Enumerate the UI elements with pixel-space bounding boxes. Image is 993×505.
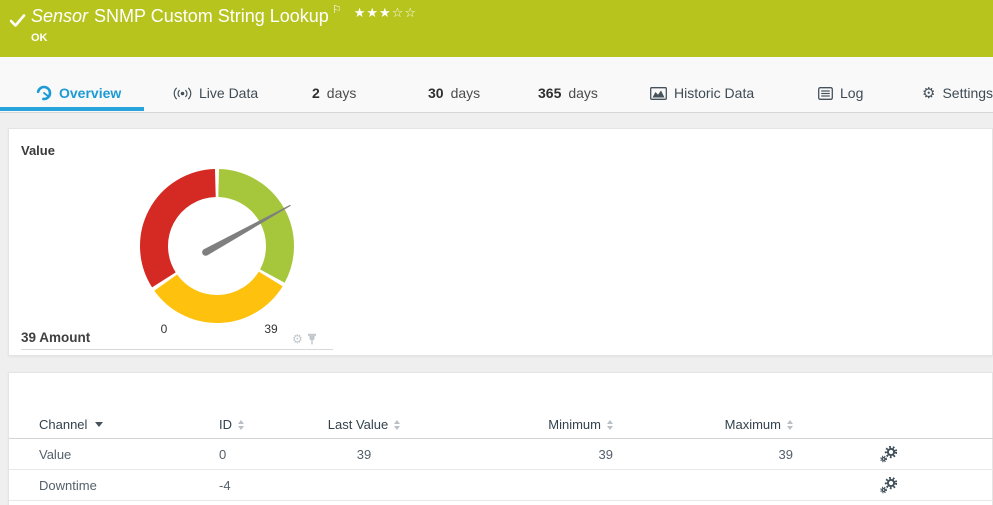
stars-empty[interactable]: ☆☆ bbox=[392, 5, 417, 20]
pin-icon[interactable] bbox=[307, 333, 317, 345]
column-header-minimum[interactable]: Minimum bbox=[548, 417, 613, 432]
gauge-scale-min: 0 bbox=[161, 322, 168, 336]
sort-both-icon bbox=[787, 420, 793, 430]
channel-settings-gears-icon[interactable] bbox=[880, 477, 897, 494]
tab-settings[interactable]: ⚙ Settings bbox=[922, 83, 993, 103]
live-signal-icon bbox=[173, 87, 192, 100]
sensor-header: Sensor SNMP Custom String Lookup ⚐ ★★★☆☆… bbox=[0, 0, 993, 57]
column-header-id[interactable]: ID bbox=[219, 417, 244, 432]
table-row-value: Value 0 39 39 39 bbox=[9, 439, 993, 470]
channel-table-header-row: Channel ID Last Value Minimum bbox=[9, 411, 993, 439]
tab-log-label: Log bbox=[840, 85, 863, 101]
gauge-widget-title: Value bbox=[21, 143, 55, 158]
cell-last-value: 39 bbox=[309, 447, 419, 462]
cell-minimum: 39 bbox=[419, 447, 613, 462]
priority-flag-icon[interactable]: ⚐ bbox=[332, 5, 342, 16]
gauge-settings-gear-icon[interactable]: ⚙ bbox=[292, 333, 303, 345]
tab-30-days[interactable]: 30 days bbox=[428, 83, 480, 103]
gauge-scale-max: 39 bbox=[264, 322, 277, 336]
gauge-segment-warning bbox=[166, 279, 271, 309]
tab-365-days[interactable]: 365 days bbox=[538, 83, 598, 103]
cell-id: 0 bbox=[219, 447, 309, 462]
sensor-type-label: Sensor bbox=[31, 6, 88, 27]
active-tab-underline bbox=[0, 107, 144, 111]
tab-historic-data[interactable]: Historic Data bbox=[650, 83, 754, 103]
tab-30-days-number: 30 bbox=[428, 85, 444, 101]
gauge-panel: Value 0 39 39 Amount ⚙ bbox=[8, 128, 993, 356]
tab-overview[interactable]: Overview bbox=[36, 83, 121, 103]
cell-maximum: 39 bbox=[613, 447, 793, 462]
table-row-downtime: Downtime -4 bbox=[9, 470, 993, 501]
stars-filled[interactable]: ★★★ bbox=[354, 5, 392, 20]
tab-historic-data-label: Historic Data bbox=[674, 85, 754, 101]
priority-stars[interactable]: ★★★☆☆ bbox=[354, 5, 417, 21]
sort-desc-icon bbox=[95, 422, 103, 427]
sensor-title: SNMP Custom String Lookup bbox=[94, 6, 329, 27]
channel-table: Channel ID Last Value Minimum bbox=[9, 411, 993, 501]
tab-bar: Overview Live Data 2 days 30 days 365 da… bbox=[0, 57, 993, 113]
gauge-icon bbox=[36, 85, 52, 101]
tab-365-days-label: days bbox=[568, 85, 598, 101]
sort-both-icon bbox=[238, 420, 244, 430]
value-gauge bbox=[137, 166, 297, 326]
sensor-status-badge: OK bbox=[31, 32, 48, 44]
column-header-maximum[interactable]: Maximum bbox=[725, 417, 793, 432]
cell-id: -4 bbox=[219, 478, 309, 493]
column-header-channel[interactable]: Channel bbox=[39, 417, 103, 432]
tab-overview-label: Overview bbox=[59, 85, 121, 101]
tab-2-days-label: days bbox=[327, 85, 357, 101]
gear-icon: ⚙ bbox=[922, 86, 935, 101]
column-header-last-value[interactable]: Last Value bbox=[328, 417, 400, 432]
sort-both-icon bbox=[394, 420, 400, 430]
gauge-caption: 39 Amount bbox=[21, 330, 90, 345]
tab-365-days-number: 365 bbox=[538, 85, 561, 101]
tab-settings-label: Settings bbox=[942, 85, 993, 101]
cell-channel: Downtime bbox=[39, 478, 219, 493]
gauge-needle-hub bbox=[202, 249, 209, 256]
ok-check-icon bbox=[9, 13, 26, 34]
tab-log[interactable]: Log bbox=[818, 83, 863, 103]
tab-30-days-label: days bbox=[451, 85, 481, 101]
tab-live-data[interactable]: Live Data bbox=[173, 83, 258, 103]
gauge-segment-error bbox=[154, 183, 215, 280]
cell-channel: Value bbox=[39, 447, 219, 462]
channel-settings-gears-icon[interactable] bbox=[880, 446, 897, 463]
tab-live-data-label: Live Data bbox=[199, 85, 258, 101]
tab-2-days[interactable]: 2 days bbox=[312, 83, 356, 103]
channel-table-panel: Channel ID Last Value Minimum bbox=[8, 372, 993, 505]
log-list-icon bbox=[818, 87, 833, 100]
tab-2-days-number: 2 bbox=[312, 85, 320, 101]
gauge-widget-divider bbox=[21, 349, 333, 350]
area-chart-icon bbox=[650, 87, 667, 100]
